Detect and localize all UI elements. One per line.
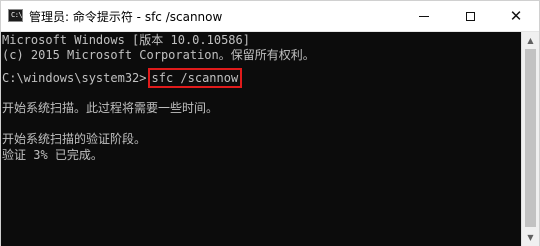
console-app-icon-glyph: C:\ xyxy=(11,11,23,19)
highlighted-command: sfc /scannow xyxy=(147,68,243,88)
vertical-scrollbar[interactable]: ▲ ▼ xyxy=(521,32,539,246)
scroll-up-icon[interactable]: ▲ xyxy=(522,32,539,49)
scrollbar-thumb[interactable] xyxy=(525,49,536,227)
console-line: 验证 3% 已完成。 xyxy=(2,148,103,162)
close-icon: ✕ xyxy=(509,6,523,25)
console-line: 开始系统扫描的验证阶段。 xyxy=(2,132,147,146)
console-line: 开始系统扫描。此过程将需要一些时间。 xyxy=(2,101,219,115)
minimize-icon xyxy=(419,15,429,17)
window-title: 管理员: 命令提示符 - sfc /scannow xyxy=(29,10,223,24)
prompt-path: C:\windows\system32> xyxy=(2,71,147,85)
title-bar[interactable]: C:\ 管理员: 命令提示符 - sfc /scannow ✕ xyxy=(1,1,539,32)
console-line: (c) 2015 Microsoft Corporation。保留所有权利。 xyxy=(2,48,315,62)
maximize-button[interactable] xyxy=(447,1,493,31)
close-button[interactable]: ✕ xyxy=(493,1,539,31)
scroll-down-icon[interactable]: ▼ xyxy=(522,229,539,246)
prompt-line: C:\windows\system32> sfc /scannow xyxy=(2,68,243,88)
console-app-icon[interactable]: C:\ xyxy=(8,9,23,22)
command-prompt-window: C:\ 管理员: 命令提示符 - sfc /scannow ✕ Microsof… xyxy=(0,0,540,246)
maximize-icon xyxy=(465,11,475,21)
console-output[interactable]: Microsoft Windows [版本 10.0.10586] (c) 20… xyxy=(1,32,523,246)
console-line: Microsoft Windows [版本 10.0.10586] xyxy=(2,33,250,47)
minimize-button[interactable] xyxy=(401,1,447,31)
